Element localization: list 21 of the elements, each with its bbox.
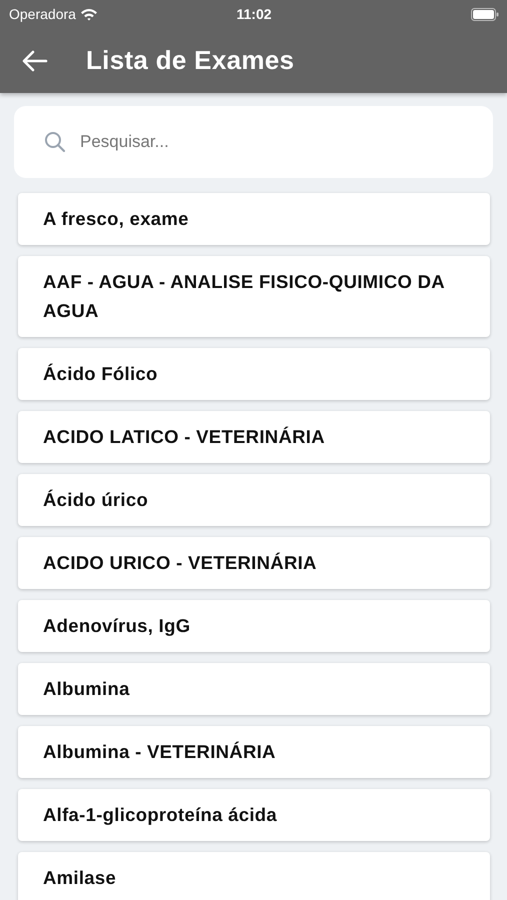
back-button[interactable] bbox=[22, 50, 48, 72]
clock-time: 11:02 bbox=[236, 6, 272, 22]
screen-title: Lista de Exames bbox=[86, 45, 294, 76]
search-field[interactable]: Pesquisar... bbox=[14, 106, 493, 178]
exam-list-item[interactable]: A fresco, exame bbox=[18, 193, 490, 245]
exam-list-item[interactable]: Adenovírus, IgG bbox=[18, 600, 490, 652]
battery-icon bbox=[471, 8, 500, 20]
search-input[interactable]: Pesquisar... bbox=[78, 131, 475, 153]
exam-list-item[interactable]: Albumina - VETERINÁRIA bbox=[18, 726, 490, 778]
exam-list-item[interactable]: Amilase bbox=[18, 852, 490, 900]
search-icon bbox=[44, 131, 66, 153]
exam-list-item[interactable]: ACIDO LATICO - VETERINÁRIA bbox=[18, 411, 490, 463]
wifi-icon bbox=[80, 8, 98, 20]
exam-list-item[interactable]: Ácido Fólico bbox=[18, 348, 490, 400]
exam-list-item[interactable]: Alfa-1-glicoproteína ácida bbox=[18, 789, 490, 841]
exam-list-item[interactable]: Albumina bbox=[18, 663, 490, 715]
exam-list-item[interactable]: AAF - AGUA - ANALISE FISICO-QUIMICO DA AGUA bbox=[18, 256, 490, 337]
carrier-name: Operadora bbox=[9, 6, 76, 22]
exam-list-item[interactable]: Ácido úrico bbox=[18, 474, 490, 526]
exam-list-item[interactable]: ACIDO URICO - VETERINÁRIA bbox=[18, 537, 490, 589]
back-arrow-icon bbox=[22, 50, 48, 72]
